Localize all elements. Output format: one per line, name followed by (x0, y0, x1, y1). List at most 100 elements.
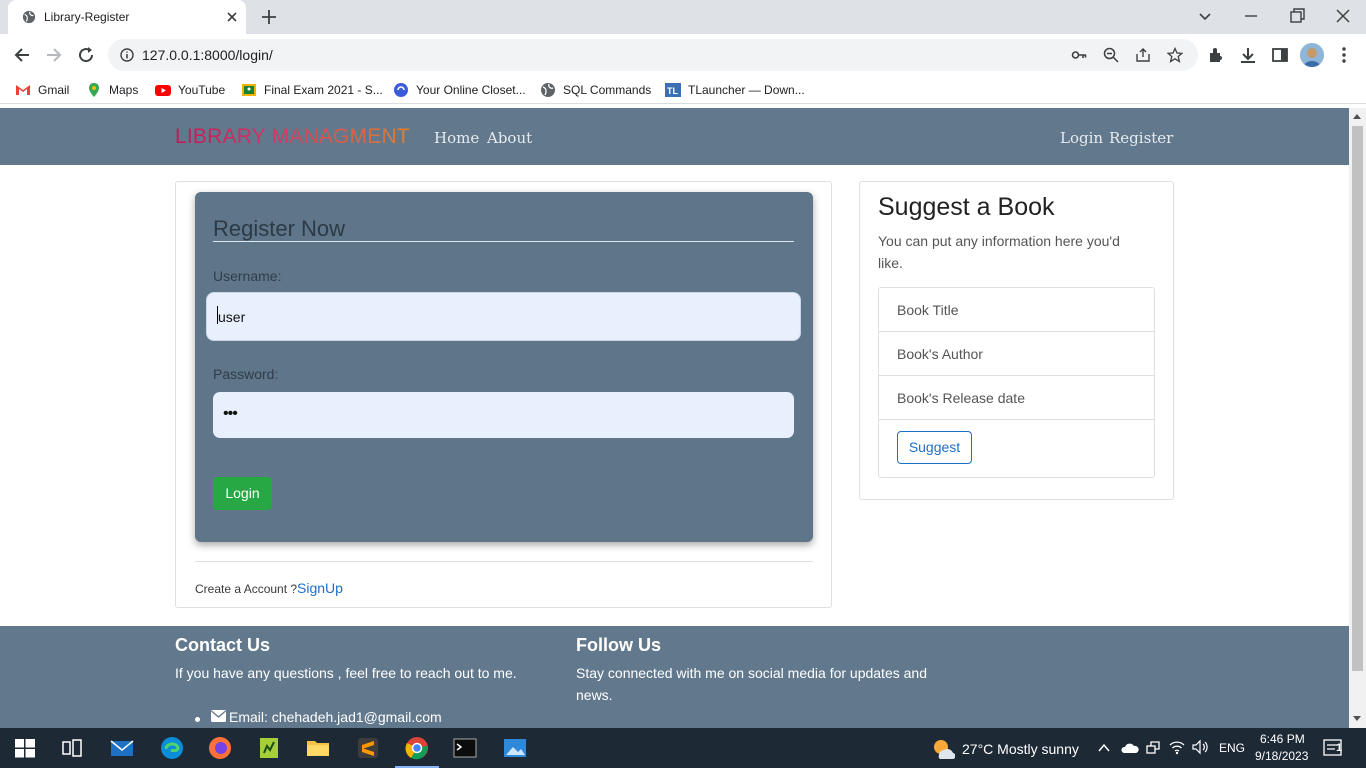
username-field[interactable]: user (207, 293, 800, 340)
suggest-list: Book Title Book's Author Book's Release … (878, 287, 1155, 478)
bookmark-tlauncher[interactable]: TL TLauncher — Down... (665, 82, 805, 98)
volume-icon[interactable] (1192, 739, 1209, 755)
language-indicator[interactable]: ENG (1219, 741, 1245, 755)
password-value: ••• (223, 405, 238, 422)
back-arrow-icon[interactable] (12, 45, 32, 65)
svg-text:TL: TL (667, 86, 678, 96)
bookmark-online-closet[interactable]: Your Online Closet... (393, 82, 526, 98)
nav-about-link[interactable]: About (487, 129, 532, 147)
edge-browser-icon[interactable] (160, 736, 184, 760)
bookmark-label: TLauncher — Down... (688, 83, 805, 97)
wifi-icon[interactable] (1169, 739, 1185, 755)
contact-email[interactable]: Email: chehadeh.jad1@gmail.com (229, 706, 442, 728)
menu-kebab-icon[interactable] (1334, 45, 1354, 65)
key-icon[interactable] (1071, 47, 1087, 63)
list-item-book-author[interactable]: Book's Author (879, 332, 1154, 376)
url-text[interactable]: 127.0.0.1:8000/login/ (142, 47, 273, 63)
password-label: Password: (213, 366, 279, 382)
download-icon[interactable] (1238, 45, 1258, 65)
bookmark-star-icon[interactable] (1167, 47, 1183, 63)
bookmark-label: Gmail (38, 83, 70, 97)
close-tab-icon[interactable] (224, 9, 240, 25)
mail-app-icon[interactable] (110, 736, 134, 760)
reload-icon[interactable] (76, 45, 96, 65)
login-button[interactable]: Login (213, 477, 272, 510)
address-bar[interactable]: 127.0.0.1:8000/login/ (108, 39, 1198, 71)
share-icon[interactable] (1135, 47, 1151, 63)
list-item-book-title[interactable]: Book Title (879, 288, 1154, 332)
profile-photo-icon (1300, 43, 1324, 67)
bookmark-sql-commands[interactable]: SQL Commands (540, 82, 651, 98)
bookmark-maps[interactable]: Maps (86, 82, 138, 98)
list-bullet (195, 717, 200, 722)
nav-home-link[interactable]: Home (434, 129, 479, 147)
scrollbar-thumb[interactable] (1352, 126, 1363, 671)
clock-time[interactable]: 6:46 PM (1260, 732, 1305, 746)
clock-date[interactable]: 9/18/2023 (1255, 749, 1308, 763)
follow-text: Stay connected with me on social media f… (576, 665, 927, 703)
contact-title: Contact Us (175, 635, 271, 655)
register-form: Register Now Username: user Password: ••… (195, 192, 813, 542)
suggest-button[interactable]: Suggest (897, 431, 972, 464)
tlauncher-icon: TL (665, 83, 681, 97)
bookmark-final-exam[interactable]: Final Exam 2021 - S... (241, 82, 383, 98)
brand-logo[interactable]: LIBRARY MANAGMENT (175, 125, 410, 149)
side-panel-icon[interactable] (1270, 45, 1290, 65)
windows-taskbar: 27°C Mostly sunny ENG 6:46 PM 9/18/2023 … (0, 728, 1366, 768)
browser-tab[interactable]: Library-Register (8, 0, 246, 34)
chrome-icon[interactable] (405, 736, 429, 760)
profile-avatar[interactable] (1300, 43, 1324, 67)
password-field[interactable]: ••• (213, 392, 794, 438)
site-navbar: LIBRARY MANAGMENT Home About Login Regis… (0, 108, 1349, 165)
close-window-icon[interactable] (1333, 6, 1353, 26)
sublime-text-icon[interactable] (356, 736, 380, 760)
site-info-icon[interactable] (120, 48, 134, 62)
tab-strip: Library-Register (0, 0, 1366, 34)
list-item-release-date[interactable]: Book's Release date (879, 376, 1154, 420)
classroom-icon (242, 84, 256, 96)
envelope-icon (211, 710, 226, 722)
register-title: Register Now (213, 216, 346, 241)
bookmark-youtube[interactable]: YouTube (155, 82, 225, 98)
nav-login-link[interactable]: Login (1060, 129, 1103, 147)
bookmark-label: Maps (109, 83, 139, 97)
suggest-book-card: Suggest a Book You can put any informati… (859, 181, 1174, 500)
network-ethernet-icon[interactable] (1145, 739, 1161, 755)
task-view-icon[interactable] (60, 736, 84, 760)
terminal-icon[interactable] (453, 736, 477, 760)
site-footer: Contact Us If you have any questions , f… (0, 626, 1349, 728)
file-explorer-icon[interactable] (306, 736, 330, 760)
minimize-icon[interactable] (1241, 6, 1261, 26)
firefox-icon[interactable] (208, 736, 232, 760)
page-scrollbar[interactable] (1349, 108, 1366, 728)
signup-link[interactable]: SignUp (297, 580, 343, 596)
chevron-up-icon[interactable] (1097, 742, 1111, 754)
bookmark-gmail[interactable]: Gmail (15, 82, 69, 98)
card-divider (195, 561, 813, 562)
zoom-icon[interactable] (1103, 47, 1119, 63)
extensions-icon[interactable] (1206, 45, 1226, 65)
suggest-title: Suggest a Book (878, 193, 1055, 221)
spreadsheet-app-icon[interactable] (257, 736, 281, 760)
bookmark-label: SQL Commands (563, 83, 652, 97)
onedrive-cloud-icon[interactable] (1121, 740, 1139, 754)
windows-start-icon[interactable] (13, 736, 37, 760)
nav-register-link[interactable]: Register (1109, 129, 1173, 147)
forward-arrow-icon[interactable] (44, 45, 64, 65)
scroll-up-arrow-icon[interactable] (1353, 114, 1361, 119)
suggest-description: You can put any information here you'd l… (878, 233, 1120, 271)
restore-icon[interactable] (1287, 6, 1307, 26)
browser-toolbar: 127.0.0.1:8000/login/ (0, 34, 1366, 76)
new-tab-icon[interactable] (260, 8, 278, 26)
register-card: Register Now Username: user Password: ••… (175, 181, 832, 608)
weather-sun-icon[interactable] (931, 737, 955, 759)
tab-search-icon[interactable] (1195, 6, 1215, 26)
scroll-down-arrow-icon[interactable] (1353, 716, 1361, 721)
title-divider (213, 241, 794, 242)
weather-text[interactable]: 27°C Mostly sunny (962, 741, 1079, 757)
photos-app-icon[interactable] (503, 736, 527, 760)
page-viewport: LIBRARY MANAGMENT Home About Login Regis… (0, 108, 1349, 728)
bookmark-label: Your Online Closet... (416, 83, 526, 97)
maps-pin-icon (89, 83, 99, 97)
bookmark-label: Final Exam 2021 - S... (264, 83, 383, 97)
